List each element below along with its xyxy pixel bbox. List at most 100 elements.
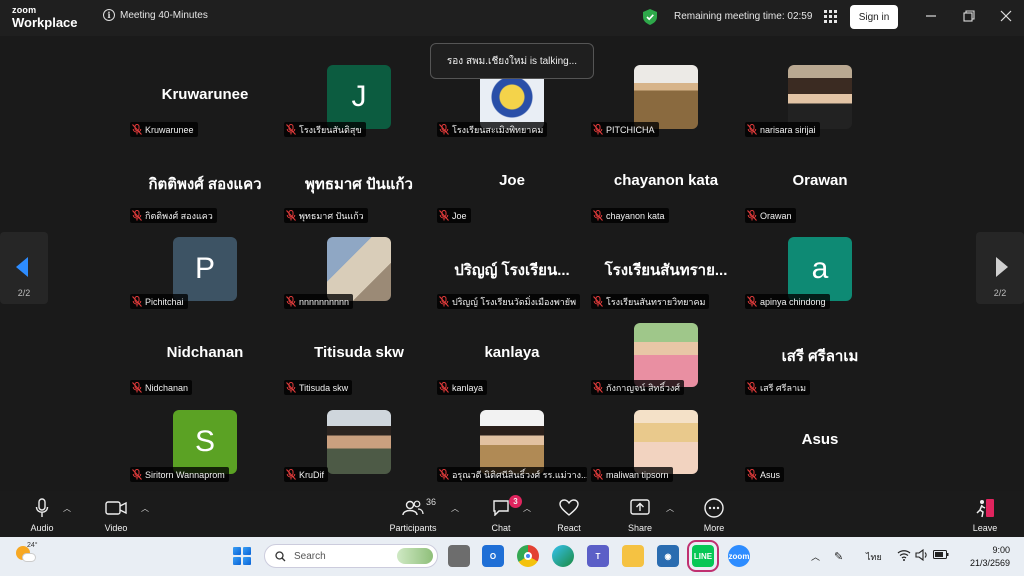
leave-button[interactable]: Leave <box>968 497 1002 533</box>
participant-tile[interactable]: Asus Asus <box>745 409 895 489</box>
participant-video-thumbnail <box>634 410 698 474</box>
participant-label-text: Orawan <box>760 210 792 221</box>
remaining-time: Remaining meeting time: 02:59 <box>674 11 813 22</box>
participant-tile[interactable]: Titisuda skw Titisuda skw <box>284 322 434 402</box>
file-explorer-icon[interactable] <box>622 545 644 567</box>
participant-name-label: Siritorn Wannaprom <box>130 467 229 482</box>
brand-bottom: Workplace <box>12 15 78 30</box>
muted-microphone-icon <box>286 296 296 307</box>
zoom-workplace-logo: zoom Workplace <box>12 6 78 30</box>
edge-icon[interactable] <box>552 545 574 567</box>
video-label: Video <box>104 523 128 533</box>
participant-tile[interactable]: P Pichitchai <box>130 236 280 316</box>
share-button[interactable]: Share <box>624 497 656 533</box>
participant-display-name: โรงเรียนสันทราย... <box>604 262 728 279</box>
next-page-button[interactable]: 2/2 <box>976 232 1024 304</box>
participant-tile[interactable]: กิตติพงศ์ สองแคว กิตติพงศ์ สองแคว <box>130 150 280 230</box>
chat-options-caret[interactable]: ︿ <box>523 503 531 514</box>
volume-icon[interactable] <box>915 549 929 561</box>
participant-tile[interactable]: kanlaya kanlaya <box>437 322 587 402</box>
close-icon[interactable] <box>999 9 1013 23</box>
participant-tile[interactable]: ปริญญ์ โรงเรียน... ปริญญ์ โรงเรียนวัดมิ่ง… <box>437 236 587 316</box>
participant-video-thumbnail <box>327 237 391 301</box>
participant-tile[interactable]: โรงเรียนสันทราย... โรงเรียนสันทรายวิทยาคม <box>591 236 741 316</box>
audio-options-caret[interactable]: ︿ <box>63 503 71 514</box>
participant-tile[interactable]: Joe Joe <box>437 150 587 230</box>
muted-microphone-icon <box>132 469 142 480</box>
participant-name-label: Nidchanan <box>130 380 193 395</box>
participant-tile[interactable]: nnnnnnnnnn <box>284 236 434 316</box>
participant-label-text: kanlaya <box>452 382 484 393</box>
participant-label-text: Kruwarunee <box>145 124 194 135</box>
windows-start-icon[interactable] <box>233 547 251 565</box>
video-options-caret[interactable]: ︿ <box>141 503 149 514</box>
participants-count: 36 <box>426 497 437 507</box>
wifi-icon[interactable] <box>897 549 911 561</box>
leave-icon <box>976 499 994 518</box>
participant-tile[interactable]: อรุณวดี นิติศนีสินธิ์วงศ์ รร.แม่วาง... <box>437 409 587 489</box>
chrome-icon[interactable] <box>517 545 539 567</box>
zoom-taskbar-icon[interactable]: zoom <box>728 545 750 567</box>
participant-video-thumbnail <box>327 410 391 474</box>
participant-name-label: อรุณวดี นิติศนีสินธิ์วงศ์ รร.แม่วาง... <box>437 467 587 482</box>
muted-microphone-icon <box>439 469 449 480</box>
view-grid-icon[interactable] <box>824 10 837 23</box>
outlook-icon[interactable]: O <box>482 545 504 567</box>
chat-button[interactable]: 3 Chat <box>487 495 522 533</box>
battery-icon[interactable] <box>933 550 949 559</box>
tray-overflow-icon[interactable]: ︿ <box>811 550 820 563</box>
participant-name-label: พุทธมาศ ปันแก้ว <box>284 208 368 223</box>
sign-in-button[interactable]: Sign in <box>850 5 898 29</box>
react-button[interactable]: React <box>552 497 586 533</box>
participant-tile[interactable]: S Siritorn Wannaprom <box>130 409 280 489</box>
pen-menu-icon[interactable]: ✎ <box>834 550 843 563</box>
participant-tile[interactable]: narisara sirijai <box>745 64 895 144</box>
clock-date: 21/3/2569 <box>969 558 1010 568</box>
muted-microphone-icon <box>747 382 757 393</box>
shield-icon[interactable] <box>643 9 657 25</box>
participant-label-text: apinya chindong <box>760 296 826 307</box>
participant-tile[interactable]: J โรงเรียนสันติสุข <box>284 64 434 144</box>
participant-display-name: Nidchanan <box>166 344 244 361</box>
participant-display-name: Joe <box>499 172 525 189</box>
participant-label-text: KruDif <box>299 469 325 480</box>
taskbar-search[interactable]: Search <box>264 544 438 568</box>
participant-name-label: Asus <box>745 467 785 482</box>
audio-button[interactable]: Audio <box>22 497 62 533</box>
arrow-left-icon <box>16 257 28 277</box>
participant-tile[interactable]: กังกาญจน์ สิทธิ์วงศ์ <box>591 322 741 402</box>
participant-tile[interactable]: PITCHICHA <box>591 64 741 144</box>
meeting-info[interactable]: i Meeting 40-Minutes <box>103 9 208 21</box>
info-icon[interactable]: i <box>103 9 115 21</box>
participant-name-label: Kruwarunee <box>130 122 198 137</box>
share-options-caret[interactable]: ︿ <box>666 503 674 514</box>
restore-icon[interactable] <box>962 9 976 23</box>
heart-icon <box>559 499 579 516</box>
camera-app-icon[interactable]: ◉ <box>657 545 679 567</box>
participant-tile[interactable]: KruDif <box>284 409 434 489</box>
participant-tile[interactable]: เสรี ศรีลาเม เสรี ศรีลาเม <box>745 322 895 402</box>
minimize-icon[interactable] <box>924 9 938 23</box>
muted-microphone-icon <box>439 296 449 307</box>
more-button[interactable]: More <box>699 497 729 533</box>
participant-tile[interactable]: พุทธมาศ ปันแก้ว พุทธมาศ ปันแก้ว <box>284 150 434 230</box>
active-speaker-banner: รอง สพม.เชียงใหม่ is talking... <box>430 43 594 79</box>
participant-tile[interactable]: maliwan tipsorn <box>591 409 741 489</box>
zoom-app-window: zoom Workplace i Meeting 40-Minutes Rema… <box>0 0 1024 576</box>
input-language[interactable]: ไทย <box>866 550 882 564</box>
previous-page-button[interactable]: 2/2 <box>0 232 48 304</box>
participant-tile[interactable]: a apinya chindong <box>745 236 895 316</box>
participant-tile[interactable]: chayanon kata chayanon kata <box>591 150 741 230</box>
title-bar: zoom Workplace i Meeting 40-Minutes Rema… <box>0 0 1024 36</box>
video-button[interactable]: Video <box>96 497 136 533</box>
line-app-icon[interactable]: LINE <box>687 540 719 572</box>
participant-tile[interactable]: Orawan Orawan <box>745 150 895 230</box>
participant-name-label: เสรี ศรีลาเม <box>745 380 811 395</box>
participant-label-text: เสรี ศรีลาเม <box>760 382 807 393</box>
participant-tile[interactable]: Kruwarunee Kruwarunee <box>130 64 280 144</box>
participants-options-caret[interactable]: ︿ <box>451 503 459 514</box>
teams-icon[interactable]: T <box>587 545 609 567</box>
participant-tile[interactable]: Nidchanan Nidchanan <box>130 322 280 402</box>
taskbar-clock[interactable]: 9:00 21/3/2569 <box>964 544 1010 570</box>
task-view-icon[interactable] <box>448 545 470 567</box>
